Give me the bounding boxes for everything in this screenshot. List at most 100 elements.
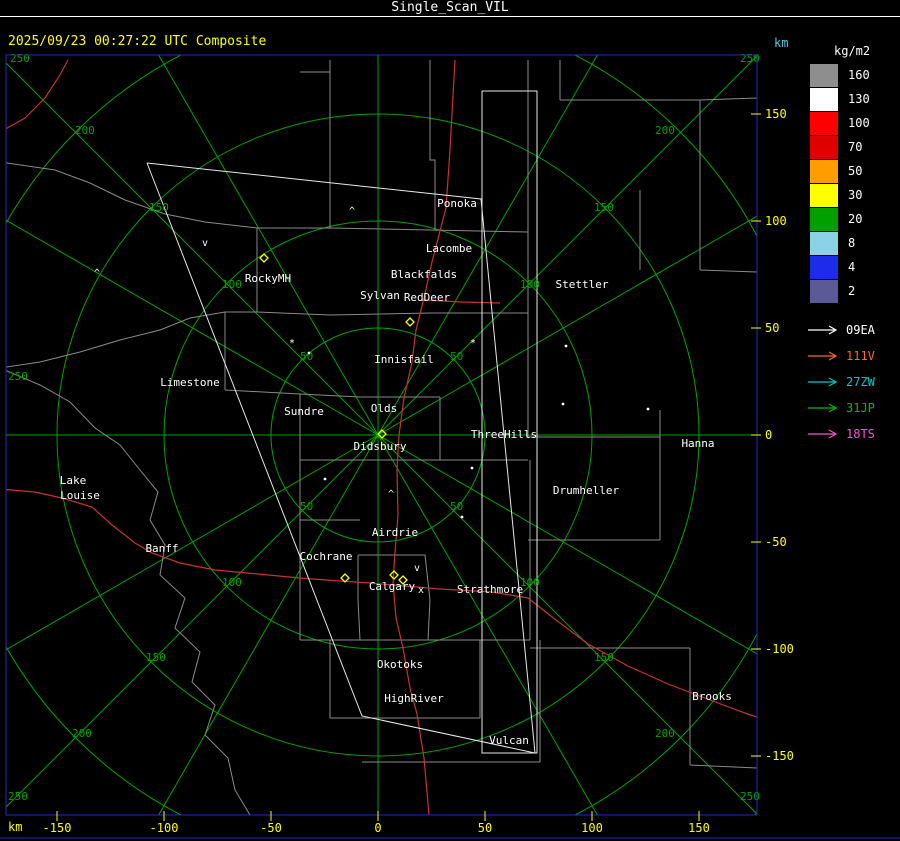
legend-entry: 130 [806,87,900,111]
range-ring-labels: 50 5050 50100 100100 100150 150150 150200 20020… [8,52,760,803]
city-label: Stettler [556,278,609,291]
range-label: 100 [222,576,242,589]
town-dot-marker [564,344,568,348]
city-label: Cochrane [300,550,353,563]
town-dot-marker [561,402,565,406]
axis-tick-label: 150 [765,107,787,121]
city-label: Sundre [284,405,324,418]
legend-value: 160 [848,68,870,82]
range-label: 50 [300,500,313,513]
legend-entry: 30 [806,183,900,207]
radar-site-diamond-icon [405,317,415,327]
city-label: Olds [371,402,398,415]
axis-tick-label: 100 [765,214,787,228]
legend-entry: 2 [806,279,900,303]
radar-id-label: 111V [846,349,875,363]
town-symbol-marker: v [414,563,420,574]
legend-swatch [810,87,838,111]
legend-swatch [810,111,838,135]
legend-entry: 50 [806,159,900,183]
city-label: RedDeer [404,291,451,304]
radar-map[interactable]: 50 5050 50100 100100 100150 150150 150200 20020… [0,0,900,841]
radar-site-legend: 09EA 111V 27ZW 31JP 18TS [806,317,900,447]
axis-tick-label: 0 [374,821,381,835]
legend-swatch [810,183,838,207]
legend-swatch [810,135,838,159]
city-label: Vulcan [489,734,529,747]
city-label: ThreeHills [471,428,537,441]
city-label: Ponoka [437,197,477,210]
legend-swatch [810,159,838,183]
legend-swatch [810,255,838,279]
legend-value: 20 [848,212,863,226]
legend-value: 50 [848,164,863,178]
scan-outlines [146,90,538,754]
town-symbol-marker: * [470,338,476,349]
legend-value: 70 [848,140,863,154]
city-label: Limestone [160,376,220,389]
radar-legend-item: 31JP [806,395,900,421]
town-dot-marker [307,351,311,355]
town-symbol-marker: ^ [349,206,355,217]
legend-value: 100 [848,116,870,130]
axis-ticks: 150 100 50 0 -50 -100 -150 -150 -100 -50 0 50 100 150 [43,107,794,835]
legend-entry: 20 [806,207,900,231]
range-label: 100 [520,278,540,291]
range-label: 200 [655,727,675,740]
range-rings [6,55,757,815]
axis-tick-label: -100 [765,642,794,656]
city-label: Lake [60,474,87,487]
city-label: Airdrie [372,526,418,539]
town-symbol-marker: ^ [94,268,100,279]
city-label: Drumheller [553,484,620,497]
axis-tick-label: -150 [765,749,794,763]
legend-entry: 100 [806,111,900,135]
radar-legend-item: 09EA [806,317,900,343]
city-label: Brooks [692,690,732,703]
radar-id-label: 27ZW [846,375,875,389]
city-label: Innisfail [374,353,434,366]
color-scale-legend: kg/m2 160 130 100 70 50 30 20 8 4 2 09EA 111V 27ZW 3… [806,44,900,447]
radar-arrow-icon [808,351,838,361]
city-label: Didsbury [354,440,407,453]
radar-arrow-icon [808,325,838,335]
axis-tick-label: -100 [150,821,179,835]
legend-entry: 4 [806,255,900,279]
azimuth-lines [6,55,757,815]
city-label: Calgary [369,580,416,593]
range-label: 100 [222,278,242,291]
legend-value: 4 [848,260,856,274]
range-label: 150 [594,651,614,664]
range-label: 250 [10,52,30,65]
axis-tick-label: 50 [765,321,779,335]
town-symbol-marker: v [202,238,208,249]
city-label: Okotoks [377,658,423,671]
range-label: 200 [75,124,95,137]
radar-legend-item: 18TS [806,421,900,447]
city-label: HighRiver [384,692,444,705]
map-layers [6,55,757,815]
axis-tick-label: -150 [43,821,72,835]
app-window: Single_Scan_VIL 2025/09/23 00:27:22 UTC … [0,0,900,841]
range-label: 250 [8,790,28,803]
town-dot-marker [323,477,327,481]
city-label: Louise [60,489,100,502]
range-label: 150 [146,651,166,664]
town-symbol-marker: * [289,338,295,349]
axis-tick-label: 50 [478,821,492,835]
city-label: RockyMH [245,272,291,285]
radar-id-label: 18TS [846,427,875,441]
legend-value: 8 [848,236,856,250]
axis-tick-label: 150 [688,821,710,835]
axis-tick-label: -50 [765,535,787,549]
radar-legend-item: 27ZW [806,369,900,395]
city-label: Strathmore [457,583,523,596]
legend-value: 30 [848,188,863,202]
town-symbol-marker: x [418,585,424,596]
legend-entry: 8 [806,231,900,255]
range-label: 50 [450,500,463,513]
legend-entry: 70 [806,135,900,159]
radar-id-label: 09EA [846,323,875,337]
legend-swatch [810,231,838,255]
city-label: Lacombe [426,242,472,255]
